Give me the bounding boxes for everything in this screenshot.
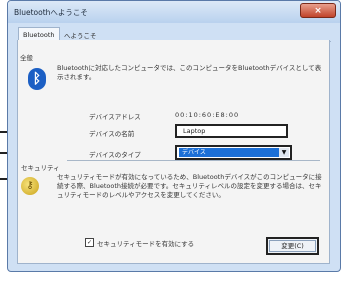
title-bar: Bluetoothへようこそ × <box>8 1 340 23</box>
address-value: 00:10:60:E8:00 <box>175 111 240 119</box>
tab-bluetooth[interactable]: Bluetooth <box>18 27 60 41</box>
window-title: Bluetoothへようこそ <box>14 8 88 17</box>
key-icon: ⚷ <box>21 177 39 195</box>
security-mode-checkbox-label[interactable]: セキュリティモードを有効にする <box>97 238 194 248</box>
close-icon: × <box>314 6 322 16</box>
device-type-select[interactable]: デバイス ▼ <box>175 145 292 160</box>
tab-label: Bluetooth <box>23 31 55 39</box>
type-label: デバイスのタイプ <box>89 151 141 159</box>
general-group-label: 全般 <box>20 54 33 62</box>
close-button[interactable]: × <box>300 3 336 18</box>
name-label: デバイスの名前 <box>89 130 135 138</box>
change-button-focus-ring <box>269 240 316 252</box>
change-button[interactable]: 変更(C) <box>266 237 319 255</box>
chevron-down-icon[interactable]: ▼ <box>279 148 289 157</box>
security-separator <box>67 160 320 161</box>
device-name-input[interactable] <box>175 124 288 138</box>
general-description: Bluetoothに対応したコンピュータでは、このコンピュータをBluetoot… <box>57 64 322 81</box>
bluetooth-icon: ᛒ <box>28 68 46 90</box>
address-label: デバイスアドレス <box>89 113 141 121</box>
device-type-value: デバイス <box>179 148 282 157</box>
security-mode-checkbox[interactable]: ✓ <box>85 238 94 247</box>
tab-extra-label: へようこそ <box>64 32 97 40</box>
security-group-label: セキュリティ <box>21 164 60 172</box>
security-description: セキュリティモードが有効になっているため、Bluetoothデバイスがこのコンピ… <box>57 173 322 199</box>
